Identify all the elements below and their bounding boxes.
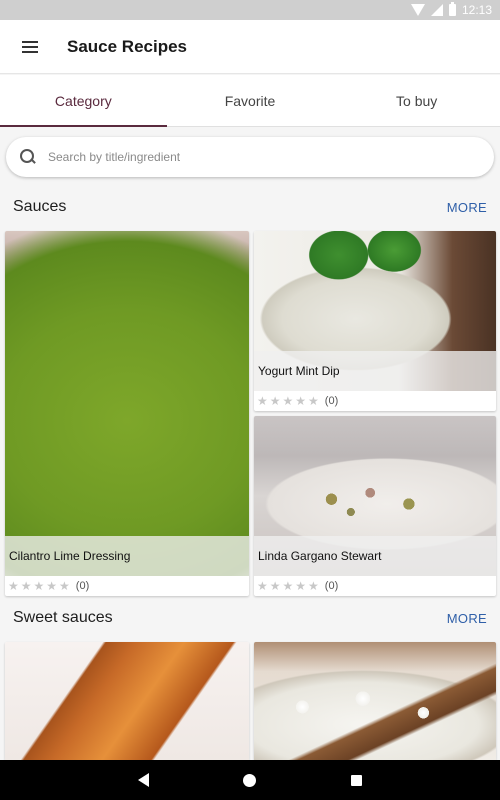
search-input[interactable] — [48, 150, 468, 164]
recipe-photo — [254, 642, 496, 760]
back-icon — [137, 773, 149, 787]
star-rating-icon: ★★★★★ — [257, 579, 321, 593]
section-title: Sauces — [13, 198, 67, 215]
tab-to-buy[interactable]: To buy — [333, 75, 500, 126]
recipe-title: Linda Gargano Stewart — [254, 536, 496, 576]
recipe-photo — [5, 231, 249, 576]
recipe-card-cilantro-lime-dressing[interactable]: Cilantro Lime Dressing ★★★★★ (0) — [5, 231, 249, 596]
recipe-title: Yogurt Mint Dip — [254, 351, 496, 391]
more-button[interactable]: MORE — [447, 200, 487, 215]
recipe-title: Cilantro Lime Dressing — [5, 536, 249, 576]
app-title: Sauce Recipes — [67, 36, 188, 56]
app-bar: Sauce Recipes — [0, 20, 500, 74]
recipe-rating: ★★★★★ (0) — [257, 576, 338, 596]
section-header-sauces: Sauces MORE — [0, 189, 500, 225]
recipe-rating: ★★★★★ (0) — [257, 391, 338, 411]
recents-button[interactable] — [337, 760, 377, 800]
section-header-sweet-sauces: Sweet sauces MORE — [0, 600, 500, 636]
recents-icon — [351, 774, 363, 786]
home-button[interactable] — [230, 760, 270, 800]
home-icon — [243, 773, 257, 787]
wifi-icon — [410, 4, 425, 16]
system-nav-bar — [0, 760, 500, 800]
rating-count: (0) — [324, 395, 339, 407]
recipe-card-yogurt-mint-dip[interactable]: Yogurt Mint Dip ★★★★★ (0) — [254, 231, 496, 411]
recipe-card-cottage-cheese[interactable] — [254, 642, 496, 760]
recipe-photo — [5, 642, 249, 760]
signal-icon — [430, 4, 443, 16]
rating-count: (0) — [324, 580, 339, 592]
hamburger-menu-icon — [22, 40, 38, 53]
star-rating-icon: ★★★★★ — [8, 579, 72, 593]
recipe-rating: ★★★★★ (0) — [8, 576, 89, 596]
star-rating-icon: ★★★★★ — [257, 394, 321, 408]
tab-category[interactable]: Category — [0, 75, 167, 127]
search-icon — [20, 149, 36, 165]
back-button[interactable] — [123, 760, 163, 800]
tab-favorite[interactable]: Favorite — [167, 75, 334, 126]
more-button[interactable]: MORE — [447, 611, 487, 626]
tab-bar: Category Favorite To buy — [0, 75, 500, 127]
status-time: 12:13 — [461, 3, 492, 17]
recipe-card-linda-gargano-stewart[interactable]: Linda Gargano Stewart ★★★★★ (0) — [254, 416, 496, 596]
recipe-card-caramel-sauce[interactable] — [5, 642, 249, 760]
battery-icon — [448, 2, 456, 16]
search-bar[interactable] — [6, 137, 494, 177]
menu-button[interactable] — [0, 20, 60, 74]
status-bar: 12:13 — [0, 0, 500, 20]
section-title: Sweet sauces — [13, 609, 113, 626]
rating-count: (0) — [75, 580, 90, 592]
